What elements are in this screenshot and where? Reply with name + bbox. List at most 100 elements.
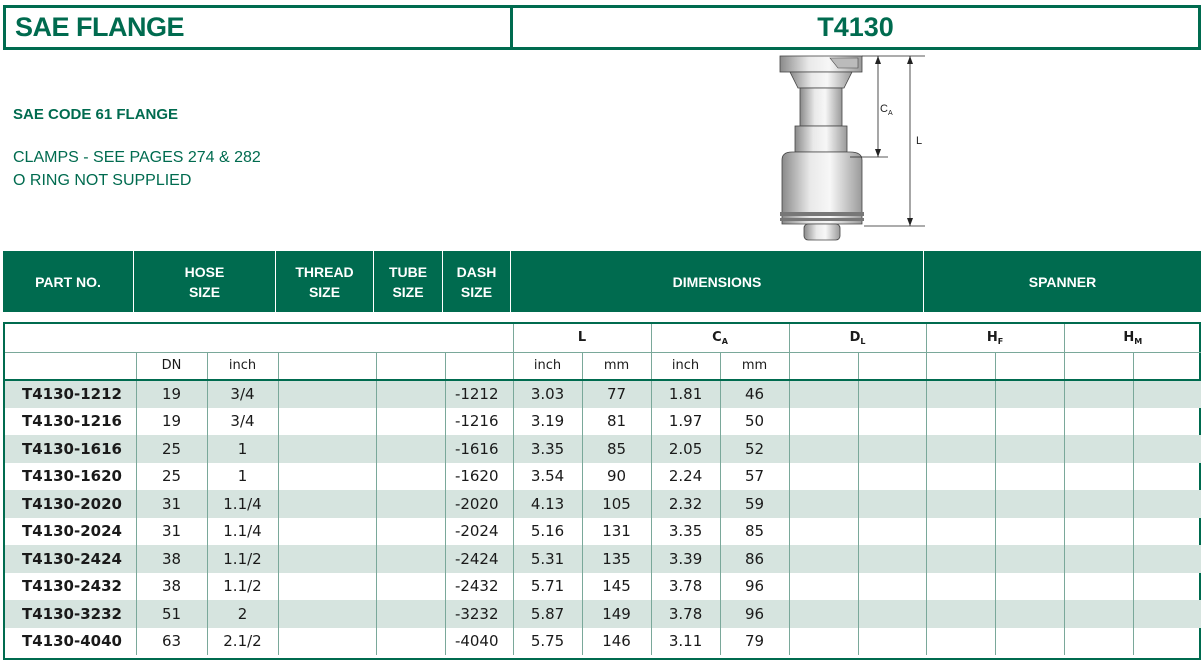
hf-inch-cell (926, 490, 996, 518)
dl-mm-cell (858, 490, 927, 518)
dl-mm-cell (858, 600, 927, 628)
socket-groove-2 (780, 218, 864, 221)
clamps-note: CLAMPS - SEE PAGES 274 & 282 (13, 149, 261, 166)
hm-mm-cell (1133, 573, 1201, 601)
hf-inch-cell (926, 435, 996, 463)
dl-inch-cell (789, 627, 859, 655)
hf-inch-cell (926, 407, 996, 435)
l-mm-cell: 131 (582, 517, 652, 545)
ca-inch-cell: 2.24 (651, 462, 721, 490)
header-spanner: SPANNER (1028, 273, 1097, 290)
inch-cell: 2.1/2 (207, 627, 279, 655)
flange-ring (789, 71, 853, 89)
tube-size-cell (376, 380, 446, 408)
unit-l-mm: mm (582, 352, 652, 381)
dn-cell: 31 (136, 490, 208, 518)
hm-mm-cell (1133, 435, 1202, 463)
tube-size-cell (376, 600, 446, 628)
hm-inch-cell (1064, 572, 1134, 600)
dash-size-cell: -2424 (445, 545, 514, 573)
dl-mm-cell (858, 435, 927, 463)
part-number-cell: T4130-2024 (5, 517, 137, 545)
table-row: T4130-1212 19 3/4 -1212 3.03 77 1.81 46 (5, 380, 1202, 408)
unit-row: DN inch inch mm inch mm (5, 352, 1202, 381)
thread-size-cell (278, 572, 377, 600)
dn-cell: 25 (136, 462, 208, 490)
l-inch-cell: 3.03 (513, 380, 583, 408)
hm-inch-cell (1064, 490, 1134, 518)
hf-mm-cell (995, 545, 1065, 573)
tube-size-cell (376, 435, 446, 463)
thread-size-cell (278, 490, 377, 518)
dl-inch-cell (789, 407, 859, 435)
dl-mm-cell (858, 545, 927, 573)
dl-inch-cell (789, 462, 859, 490)
ca-mm-cell: 46 (720, 380, 790, 408)
dn-cell: 38 (136, 572, 208, 600)
ca-mm-cell: 79 (720, 627, 790, 655)
ca-mm-cell: 96 (720, 600, 790, 628)
table-row: T4130-3232 51 2 -3232 5.87 149 3.78 96 (5, 600, 1202, 628)
header-thread-size: THREAD SIZE (276, 251, 374, 312)
hf-inch-cell (926, 462, 996, 490)
hf-mm-cell (995, 600, 1065, 628)
dn-cell: 38 (136, 545, 208, 573)
inch-cell: 1 (207, 435, 279, 463)
l-mm-cell: 135 (582, 545, 652, 573)
dash-size-cell: -4040 (445, 627, 514, 655)
l-mm-cell: 81 (582, 407, 652, 435)
unit-ca-inch: inch (651, 352, 721, 381)
part-number-cell: T4130-1212 (5, 380, 137, 408)
dash-size-cell: -2020 (445, 490, 514, 518)
l-inch-cell: 4.13 (513, 490, 583, 518)
hf-mm-cell (995, 462, 1065, 490)
hm-mm-cell (1133, 408, 1201, 436)
hf-inch-cell (926, 600, 996, 628)
inch-cell: 1 (207, 462, 279, 490)
l-inch-cell: 3.19 (513, 407, 583, 435)
inch-cell: 1.1/4 (207, 517, 279, 545)
thread-size-cell (278, 380, 377, 408)
hf-mm-cell (995, 517, 1065, 545)
hm-mm-cell (1133, 463, 1201, 491)
inch-cell: 1.1/2 (207, 545, 279, 573)
ca-mm-cell: 86 (720, 545, 790, 573)
ca-mm-cell: 59 (720, 490, 790, 518)
hose-stub (803, 223, 841, 241)
dl-inch-cell (789, 572, 859, 600)
o-ring-note: O RING NOT SUPPLIED (13, 172, 192, 189)
ca-inch-cell: 1.81 (651, 380, 721, 408)
ca-mm-cell: 50 (720, 407, 790, 435)
dl-inch-cell (789, 490, 859, 518)
l-mm-cell: 149 (582, 600, 652, 628)
group-l: L (513, 324, 652, 353)
dn-cell: 19 (136, 380, 208, 408)
ca-dimension-label: CA (880, 103, 893, 117)
dn-cell: 25 (136, 435, 208, 463)
dn-cell: 51 (136, 600, 208, 628)
hf-inch-cell (926, 627, 996, 655)
dash-size-cell: -2432 (445, 572, 514, 600)
thread-size-cell (278, 627, 377, 655)
hf-inch-cell (926, 517, 996, 545)
hm-mm-cell (1133, 380, 1202, 408)
tube-size-cell (376, 407, 446, 435)
l-inch-cell: 5.75 (513, 627, 583, 655)
l-mm-cell: 90 (582, 462, 652, 490)
hm-mm-cell (1133, 490, 1202, 518)
dl-mm-cell (858, 572, 927, 600)
dl-mm-cell (858, 407, 927, 435)
inch-cell: 3/4 (207, 380, 279, 408)
fitting-drawing: CA L (779, 55, 925, 241)
l-mm-cell: 145 (582, 572, 652, 600)
unit-dn: DN (136, 352, 208, 381)
socket-groove-1 (780, 212, 864, 216)
dl-inch-cell (789, 600, 859, 628)
part-number-cell: T4130-2020 (5, 490, 137, 518)
table-row: T4130-1616 25 1 -1616 3.35 85 2.05 52 (5, 435, 1202, 463)
part-number-cell: T4130-2432 (5, 572, 137, 600)
thread-size-cell (278, 600, 377, 628)
page-title: SAE FLANGE (6, 8, 513, 47)
part-number-cell: T4130-4040 (5, 627, 137, 655)
dash-size-cell: -1616 (445, 435, 514, 463)
